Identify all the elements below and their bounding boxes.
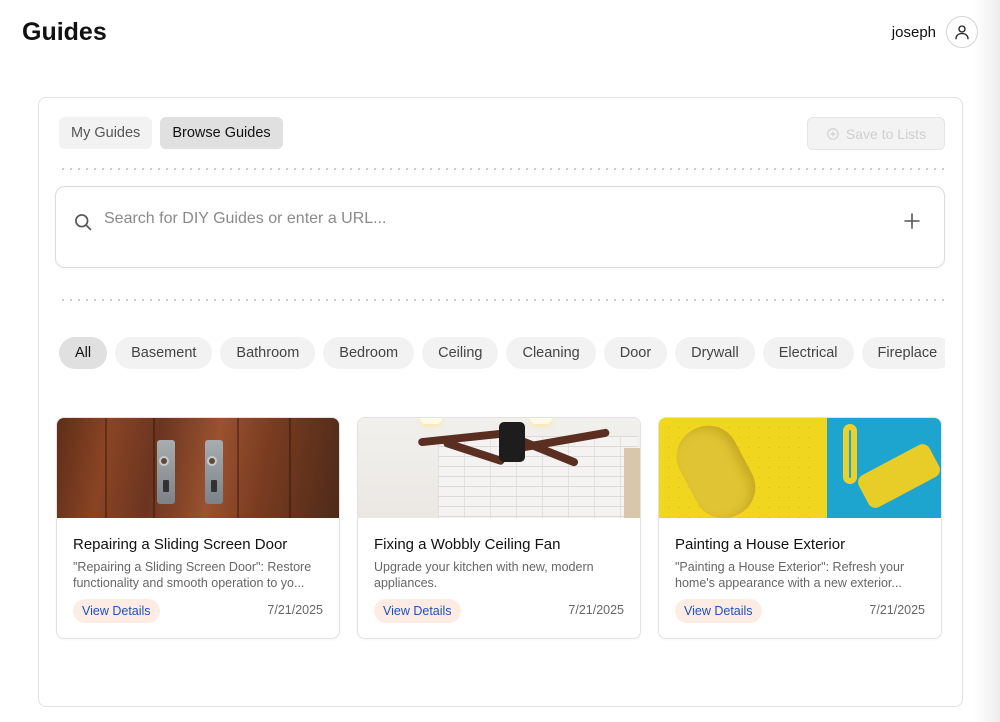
category-chip-electrical[interactable]: Electrical (762, 337, 854, 369)
category-chip-door[interactable]: Door (603, 337, 668, 369)
page-title: Guides (22, 18, 107, 46)
guide-card[interactable]: Fixing a Wobbly Ceiling Fan Upgrade your… (357, 417, 641, 639)
search-icon (75, 214, 92, 231)
view-details-button[interactable]: View Details (675, 599, 762, 623)
guide-cards: Repairing a Sliding Screen Door "Repairi… (56, 417, 942, 639)
save-to-lists-label: Save to Lists (845, 125, 927, 142)
guide-title: Fixing a Wobbly Ceiling Fan (374, 536, 561, 553)
guides-panel: My Guides Browse Guides Save to Lists Al… (38, 97, 963, 707)
username: joseph (891, 23, 936, 41)
guide-description: "Painting a House Exterior": Refresh you… (675, 560, 905, 590)
category-filter-bar: All Basement Bathroom Bedroom Ceiling Cl… (59, 337, 945, 371)
tab-my-guides[interactable]: My Guides (59, 117, 153, 149)
view-details-button[interactable]: View Details (374, 599, 461, 623)
search-input[interactable] (104, 207, 864, 231)
category-chip-bathroom[interactable]: Bathroom (220, 337, 316, 369)
guide-date: 7/21/2025 (267, 603, 323, 617)
save-to-lists-button[interactable]: Save to Lists (807, 117, 945, 150)
guide-title: Painting a House Exterior (675, 536, 846, 553)
search-box[interactable] (55, 186, 945, 268)
guide-tabs: My Guides Browse Guides (59, 117, 283, 149)
category-chip-cleaning[interactable]: Cleaning (506, 337, 596, 369)
user-icon (955, 25, 969, 40)
guide-description: "Repairing a Sliding Screen Door": Resto… (73, 560, 312, 590)
user-menu[interactable]: joseph (892, 16, 978, 48)
divider (59, 299, 944, 301)
bookmark-icon (827, 127, 839, 140)
tab-browse-guides[interactable]: Browse Guides (160, 117, 283, 149)
guide-card[interactable]: Repairing a Sliding Screen Door "Repairi… (56, 417, 340, 639)
category-chip-all[interactable]: All (59, 337, 108, 369)
category-chip-basement[interactable]: Basement (115, 337, 213, 369)
guide-date: 7/21/2025 (869, 603, 925, 617)
divider (59, 168, 944, 170)
avatar[interactable] (946, 16, 978, 48)
add-icon[interactable] (904, 213, 920, 229)
guide-image-ceiling-fan (358, 418, 640, 518)
guide-image-door (57, 418, 339, 518)
guide-image-paint-roller (659, 418, 941, 518)
guide-card[interactable]: Painting a House Exterior "Painting a Ho… (658, 417, 942, 639)
guide-description: Upgrade your kitchen with new, modern ap… (374, 560, 594, 590)
category-chip-drywall[interactable]: Drywall (675, 337, 755, 369)
category-chip-fireplace[interactable]: Fireplace (861, 337, 945, 369)
guide-title: Repairing a Sliding Screen Door (73, 536, 288, 553)
guide-date: 7/21/2025 (568, 603, 624, 617)
category-chip-bedroom[interactable]: Bedroom (323, 337, 415, 369)
category-chip-ceiling[interactable]: Ceiling (422, 337, 499, 369)
view-details-button[interactable]: View Details (73, 599, 160, 623)
page-edge-shadow (974, 0, 1000, 722)
